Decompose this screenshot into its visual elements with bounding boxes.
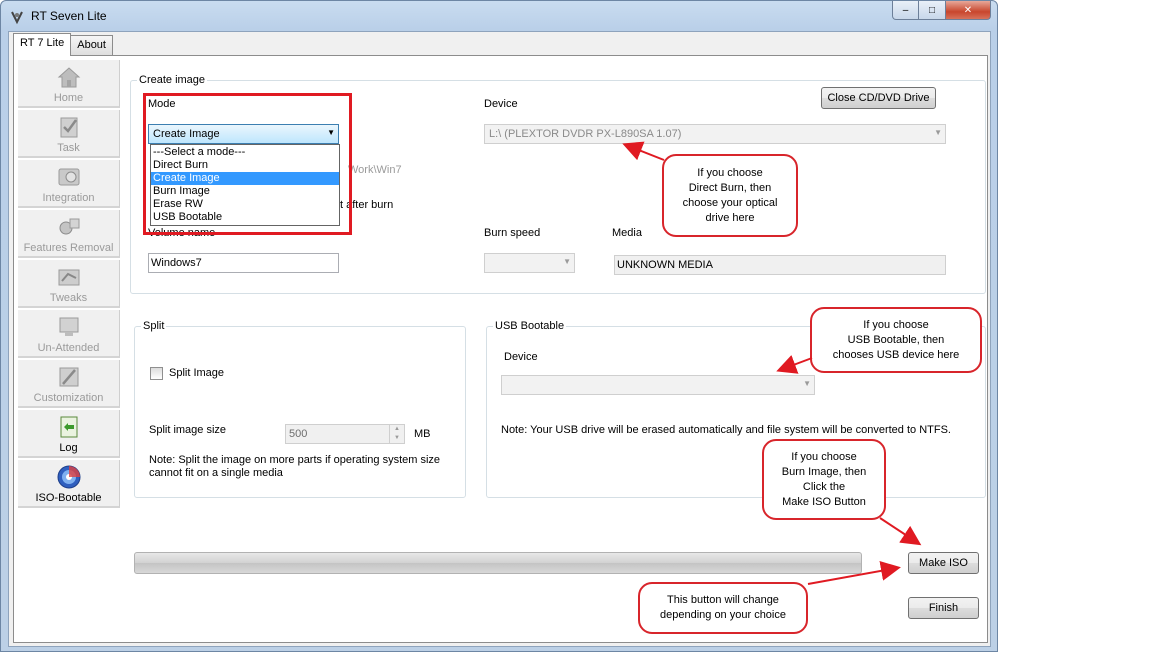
callout-line: chooses USB device here (832, 348, 960, 361)
usb-note: Note: Your USB drive will be erased auto… (501, 424, 951, 436)
app-logo-icon (11, 11, 23, 25)
sidebar-item-customization[interactable]: Customization (18, 360, 120, 408)
burn-speed-label: Burn speed (484, 227, 541, 239)
sidebar-item-label: Task (57, 142, 80, 154)
callout-line: depending on your choice (660, 609, 786, 621)
callout-line: If you choose (791, 450, 857, 463)
split-size-label: Split image size (149, 424, 227, 436)
callout-line: Direct Burn, then (688, 181, 772, 194)
window-title: RT Seven Lite (31, 9, 107, 23)
callout-line: This button will change (667, 594, 779, 606)
mode-option-burn-image[interactable]: Burn Image (151, 185, 339, 198)
log-icon (60, 416, 78, 438)
mode-option-erase-rw[interactable]: Erase RW (151, 198, 339, 211)
burn-speed-dropdown[interactable]: ▼ (484, 253, 575, 273)
callout-line: If you choose (697, 166, 763, 179)
split-size-unit: MB (414, 428, 431, 440)
sidebar-item-integration[interactable]: Integration (18, 160, 120, 208)
sidebar-item-label: Integration (42, 192, 95, 204)
device-dropdown-value: L:\ (PLEXTOR DVDR PX-L890SA 1.07) (489, 128, 682, 140)
sidebar-item-unattended[interactable]: Un-Attended (18, 310, 120, 358)
sidebar-item-task[interactable]: Task (18, 110, 120, 158)
sidebar-item-label: Log (59, 442, 78, 454)
integration-icon (58, 168, 80, 186)
make-iso-button[interactable]: Make ISO (908, 552, 979, 574)
iso-bootable-icon (57, 465, 81, 489)
sidebar-item-home[interactable]: Home (18, 60, 120, 108)
callout-line: choose your optical (682, 196, 778, 209)
tab-about[interactable]: About (70, 35, 113, 55)
usb-device-label: Device (504, 351, 538, 363)
sidebar-item-log[interactable]: Log (18, 410, 120, 458)
split-image-checkbox[interactable] (150, 367, 163, 380)
mode-option-create-image[interactable]: Create Image (151, 172, 339, 185)
close-cd-dvd-drive-button[interactable]: Close CD/DVD Drive (821, 87, 936, 109)
split-size-input[interactable]: 500 ▲ ▼ (285, 424, 405, 444)
split-image-label: Split Image (169, 367, 225, 379)
callout-line: If you choose (863, 318, 929, 331)
progress-bar (134, 552, 862, 574)
close-button[interactable]: ✕ (946, 1, 991, 20)
sidebar-item-label: Home (53, 92, 84, 104)
callout-line: USB Bootable, then (847, 333, 945, 346)
sidebar-item-label: Features Removal (23, 242, 114, 254)
tab-strip: RT 7 Lite About (13, 33, 113, 56)
create-image-group-title: Create image (137, 74, 208, 86)
callout-line: Burn Image, then (781, 465, 867, 478)
split-note: Note: Split the image on more parts if o… (149, 454, 441, 479)
sidebar-item-label: Un-Attended (37, 342, 100, 354)
volume-name-input[interactable]: Windows7 (148, 253, 339, 273)
maximize-button[interactable]: □ (919, 1, 946, 20)
callout-button-change: This button will change depending on you… (638, 582, 808, 634)
customization-icon (59, 367, 79, 387)
chevron-down-icon: ▼ (803, 379, 811, 388)
callout-burn-image: If you choose Burn Image, then Click the… (762, 439, 886, 520)
tab-rt7lite[interactable]: RT 7 Lite (13, 33, 72, 56)
spinner-arrows-icon[interactable]: ▲ ▼ (389, 425, 404, 443)
sidebar-item-iso-bootable[interactable]: ISO-Bootable (18, 460, 120, 508)
callout-line: Make ISO Button (782, 495, 866, 508)
callout-direct-burn: If you choose Direct Burn, then choose y… (662, 154, 798, 237)
task-icon (60, 117, 78, 138)
callout-usb-bootable: If you choose USB Bootable, then chooses… (810, 307, 982, 373)
mode-option-select[interactable]: ---Select a mode--- (151, 146, 339, 159)
sidebar: Home Task Integration Features Removal T… (18, 60, 120, 510)
sidebar-item-label: Tweaks (49, 292, 88, 304)
sidebar-item-features-removal[interactable]: Features Removal (18, 210, 120, 258)
callout-line: Click the (802, 480, 846, 493)
split-size-value: 500 (289, 428, 308, 440)
mode-option-usb-bootable[interactable]: USB Bootable (151, 211, 339, 224)
minimize-button[interactable]: – (892, 1, 919, 20)
sidebar-item-label: ISO-Bootable (35, 492, 102, 504)
mode-dropdown-list[interactable]: ---Select a mode--- Direct Burn Create I… (150, 144, 340, 226)
finish-button[interactable]: Finish (908, 597, 979, 619)
image-path-text: Work\Win7 (348, 164, 402, 176)
device-label: Device (484, 98, 518, 110)
chevron-down-icon: ▼ (563, 257, 571, 266)
mode-option-direct-burn[interactable]: Direct Burn (151, 159, 339, 172)
home-icon (57, 67, 81, 88)
chevron-down-icon: ▼ (934, 128, 942, 137)
title-bar[interactable]: RT Seven Lite – □ ✕ (1, 1, 997, 31)
usb-device-dropdown[interactable]: ▼ (501, 375, 815, 395)
callout-line: drive here (705, 211, 755, 224)
features-removal-icon (59, 218, 80, 235)
sidebar-item-tweaks[interactable]: Tweaks (18, 260, 120, 308)
split-group-title: Split (141, 320, 167, 332)
unattended-icon (59, 317, 79, 336)
sidebar-item-label: Customization (33, 392, 104, 404)
device-dropdown[interactable]: L:\ (PLEXTOR DVDR PX-L890SA 1.07) ▼ (484, 124, 946, 144)
media-label: Media (612, 227, 642, 239)
tweaks-icon (58, 269, 80, 286)
media-field: UNKNOWN MEDIA (614, 255, 946, 275)
usb-bootable-group-title: USB Bootable (493, 320, 567, 332)
